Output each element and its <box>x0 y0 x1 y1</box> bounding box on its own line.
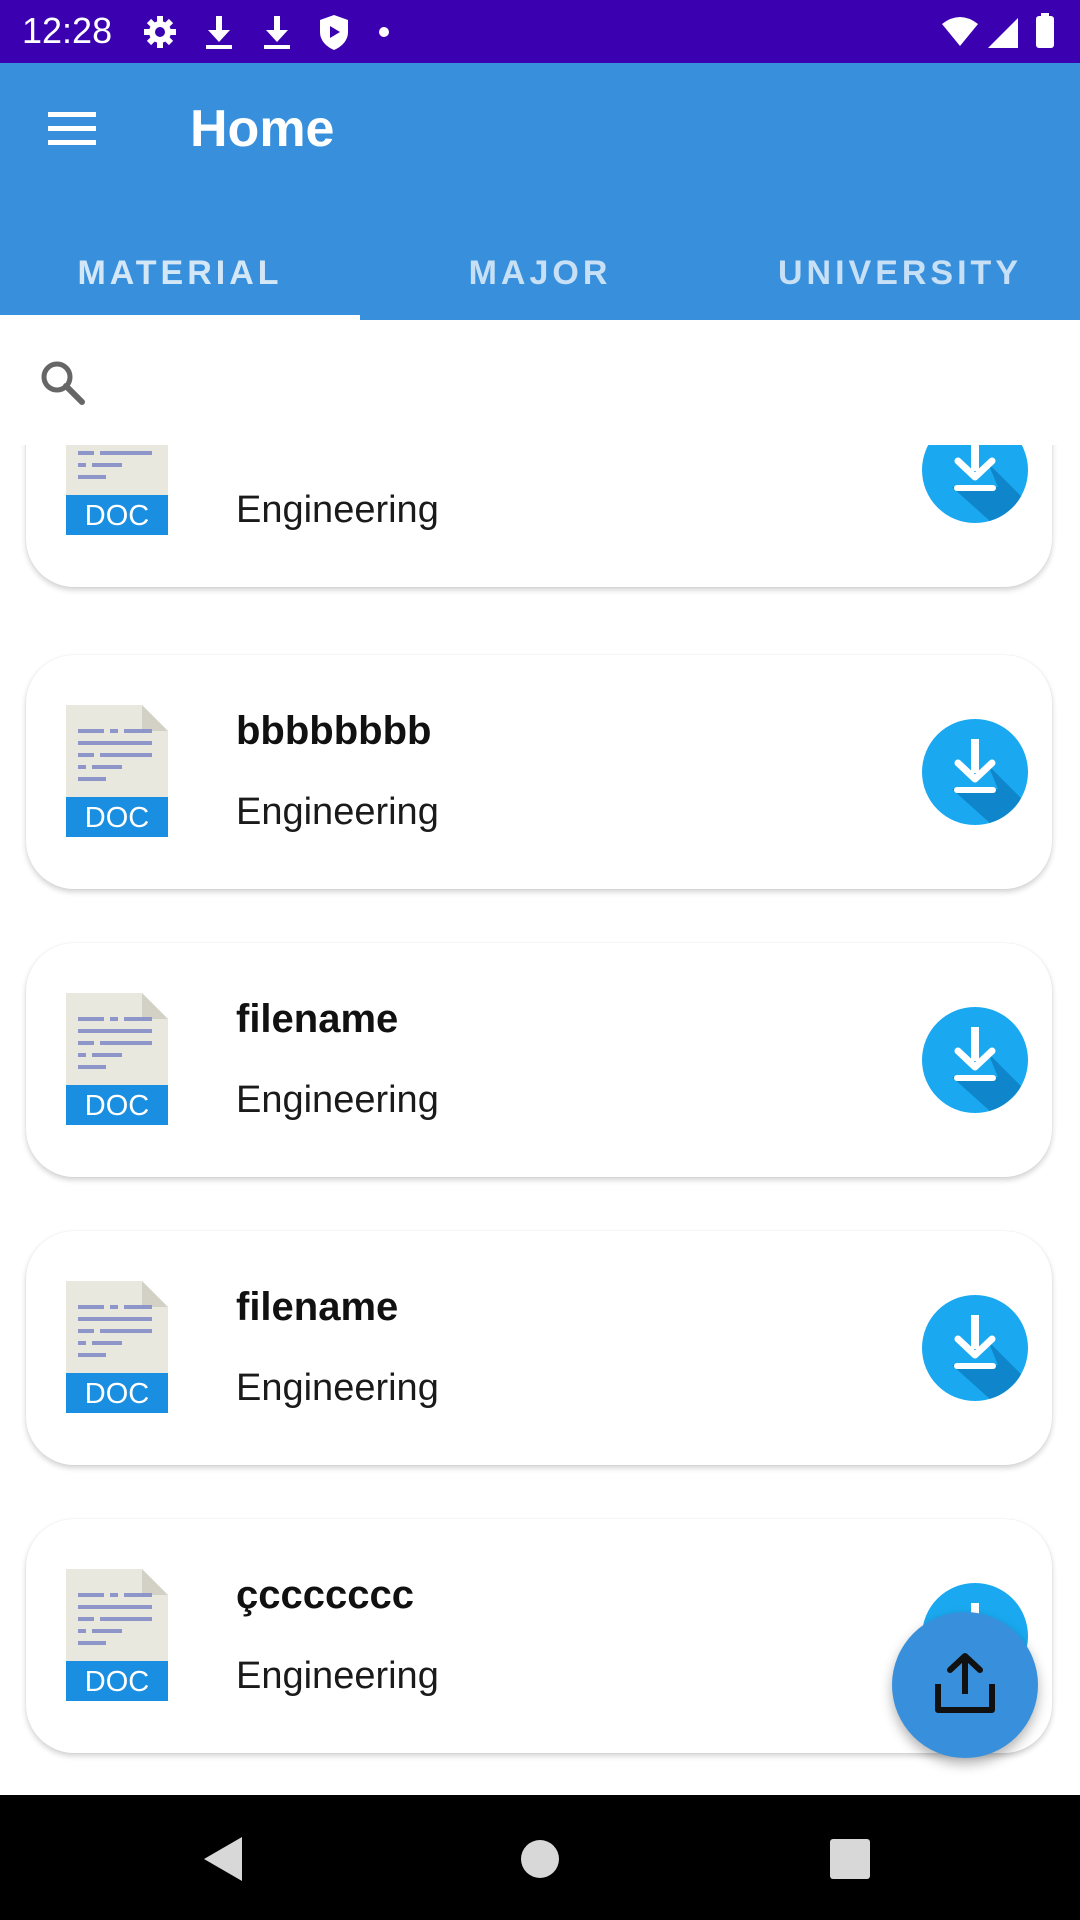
tab-bar: MATERIAL MAJOR UNIVERSITY <box>0 227 1080 320</box>
download-button[interactable] <box>922 1007 1028 1113</box>
file-name: çccccccc <box>236 1573 414 1617</box>
download-icon <box>264 16 290 49</box>
download-button[interactable] <box>922 719 1028 825</box>
doc-badge-label: DOC <box>85 802 149 834</box>
file-name: filename <box>236 1285 399 1329</box>
file-category: Engineering <box>236 1367 439 1409</box>
tab-university[interactable]: UNIVERSITY <box>720 227 1080 320</box>
doc-file-icon: DOC <box>66 993 168 1125</box>
doc-file-icon: DOC <box>66 445 168 535</box>
upload-icon <box>935 1653 995 1713</box>
tab-label: MATERIAL <box>77 254 283 292</box>
recents-icon[interactable] <box>822 1831 878 1887</box>
tab-label: UNIVERSITY <box>777 254 1023 292</box>
doc-badge-label: DOC <box>85 500 149 532</box>
back-icon[interactable] <box>196 1831 252 1887</box>
download-icon <box>206 16 232 49</box>
dot-icon <box>379 27 389 37</box>
file-card[interactable]: DOC filename Engineering <box>26 943 1052 1177</box>
file-category: Engineering <box>236 489 439 531</box>
search-input[interactable] <box>110 350 1034 418</box>
file-card[interactable]: DOC bbbbbbbb Engineering <box>26 655 1052 889</box>
download-button[interactable] <box>922 445 1028 523</box>
tab-label: MAJOR <box>468 254 612 292</box>
file-name: filename <box>236 997 399 1041</box>
file-category: Engineering <box>236 791 439 833</box>
shield-icon <box>320 15 348 50</box>
doc-file-icon: DOC <box>66 1281 168 1413</box>
tab-major[interactable]: MAJOR <box>360 227 720 320</box>
file-name: bbbbbbbb <box>236 709 432 753</box>
status-icons <box>140 12 400 52</box>
home-icon[interactable] <box>512 1831 568 1887</box>
file-card[interactable]: DOC nnnnnnnn Engineering <box>26 445 1052 587</box>
hamburger-menu-icon[interactable] <box>44 108 100 148</box>
file-name: nnnnnnnn <box>236 445 431 453</box>
download-button[interactable] <box>922 1295 1028 1401</box>
gear-icon <box>144 16 176 48</box>
doc-badge-label: DOC <box>85 1090 149 1122</box>
search-bar <box>0 320 1080 445</box>
file-category: Engineering <box>236 1079 439 1121</box>
file-card[interactable]: DOC filename Engineering <box>26 1231 1052 1465</box>
file-category: Engineering <box>236 1655 439 1697</box>
status-bar: 12:28 <box>0 0 1080 63</box>
file-card[interactable]: DOC çccccccc Engineering <box>26 1519 1052 1753</box>
upload-fab-button[interactable] <box>892 1612 1038 1758</box>
doc-badge-label: DOC <box>85 1666 149 1698</box>
status-time: 12:28 <box>22 10 113 51</box>
battery-icon <box>1036 13 1054 48</box>
status-right-icons <box>940 12 1060 52</box>
page-title: Home <box>190 100 335 158</box>
doc-file-icon: DOC <box>66 705 168 837</box>
doc-badge-label: DOC <box>85 1378 149 1410</box>
signal-icon <box>988 18 1018 48</box>
app-bar: Home MATERIAL MAJOR UNIVERSITY <box>0 63 1080 320</box>
doc-file-icon: DOC <box>66 1569 168 1701</box>
wifi-icon <box>942 17 978 46</box>
search-icon[interactable] <box>38 358 86 406</box>
tab-material[interactable]: MATERIAL <box>0 227 360 320</box>
system-nav-bar <box>0 1795 1080 1920</box>
file-list[interactable]: DOC nnnnnnnn Engineering <box>0 445 1080 1795</box>
